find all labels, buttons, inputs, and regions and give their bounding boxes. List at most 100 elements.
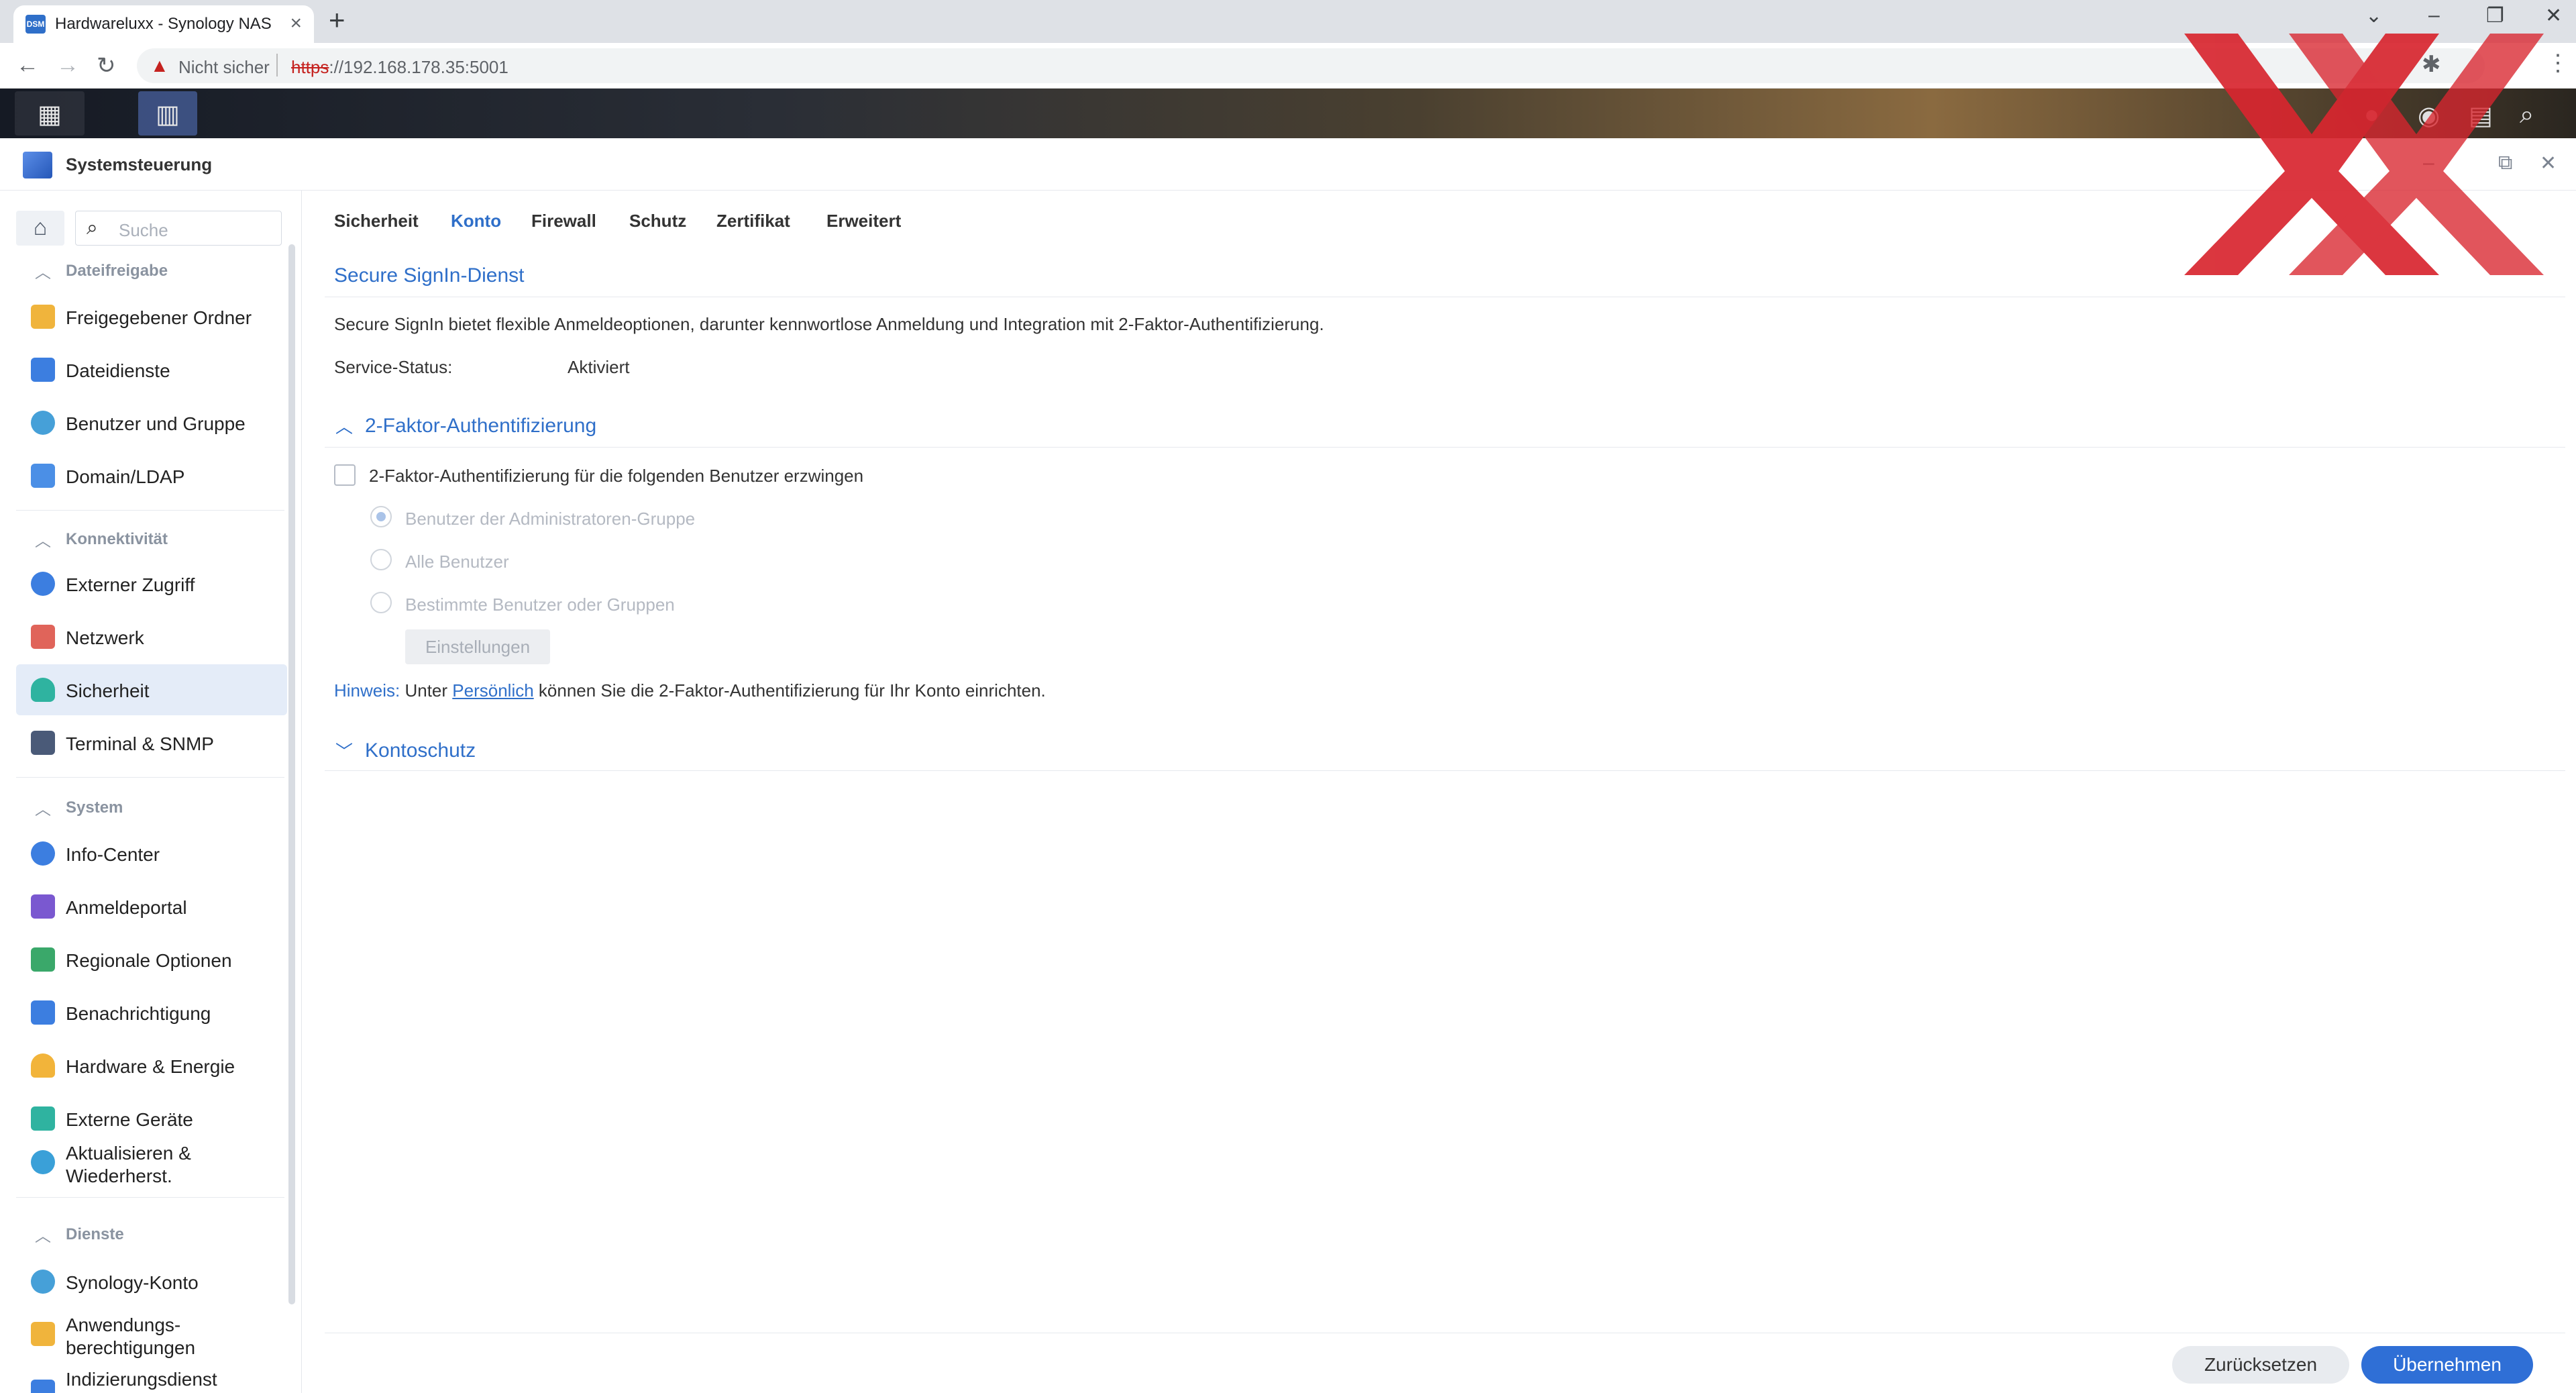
sidebar-item-label: Anmeldeportal <box>66 897 187 918</box>
main-menu-button[interactable]: ▦ <box>15 91 85 136</box>
chevron-up-icon: ︿ <box>35 801 51 819</box>
sidebar-item-indizierungsdienst[interactable]: Indizierungsdienst <box>16 1366 287 1393</box>
sidebar-item-synology-konto[interactable]: Synology-Konto <box>16 1256 287 1307</box>
info-icon <box>31 841 55 866</box>
notification-icon <box>31 1000 55 1025</box>
sidebar-item-benachrichtigung[interactable]: Benachrichtigung <box>16 987 287 1038</box>
sidebar-item-anwendungsberechtigungen[interactable]: Anwendungs-berechtigungen <box>16 1308 287 1359</box>
section-divider <box>325 770 2565 771</box>
reload-icon[interactable]: ↻ <box>97 52 116 79</box>
enforce-2fa-checkbox[interactable] <box>334 464 356 486</box>
sidebar-item-netzwerk[interactable]: Netzwerk <box>16 611 287 662</box>
tab-firewall[interactable]: Firewall <box>531 211 596 231</box>
tab-zertifikat[interactable]: Zertifikat <box>716 211 790 231</box>
radio-all-users-label[interactable]: Alle Benutzer <box>405 552 509 572</box>
radio-specific-users[interactable] <box>370 592 392 613</box>
sidebar-item-label: Domain/LDAP <box>66 466 185 487</box>
close-window-icon[interactable]: ✕ <box>2545 4 2562 28</box>
tab-erweitert[interactable]: Erweitert <box>826 211 901 231</box>
tab-konto[interactable]: Konto <box>451 211 501 231</box>
restore-icon[interactable]: ❐ <box>2486 4 2504 28</box>
url-separator <box>276 54 278 76</box>
tab-schutz[interactable]: Schutz <box>629 211 686 231</box>
hardwareluxx-logo-icon <box>2184 34 2544 275</box>
warning-icon[interactable]: ▲ <box>150 55 169 76</box>
sidebar-item-label: Anwendungs-berechtigungen <box>66 1314 196 1358</box>
tab-search-icon[interactable]: ⌄ <box>2365 4 2382 28</box>
hint-post: können Sie die 2-Faktor-Authentifizierun… <box>533 680 1046 701</box>
section-dateifreigabe[interactable]: ︿ Dateifreigabe <box>0 252 288 286</box>
section-label: System <box>66 798 123 817</box>
url-text[interactable]: https://192.168.178.35:5001 <box>291 57 508 78</box>
hint-text: Hinweis: Unter Persönlich können Sie die… <box>334 680 1046 701</box>
sidebar-item-benutzer-und-gruppe[interactable]: Benutzer und Gruppe <box>16 397 287 448</box>
new-tab-icon[interactable]: + <box>329 4 345 36</box>
control-panel-taskbar-button[interactable]: ▥ <box>138 91 197 136</box>
regional-options-icon <box>31 947 55 972</box>
sidebar-item-externer-zugriff[interactable]: Externer Zugriff <box>16 558 287 609</box>
sidebar-item-regionale-optionen[interactable]: Regionale Optionen <box>16 934 287 985</box>
network-icon <box>31 625 55 649</box>
twofa-section-title[interactable]: 2-Faktor-Authentifizierung <box>365 415 596 437</box>
search-input[interactable]: ⌕ Suche <box>75 211 282 246</box>
external-devices-icon <box>31 1106 55 1131</box>
sidebar-item-domain-ldap[interactable]: Domain/LDAP <box>16 450 287 501</box>
sidebar-item-sicherheit[interactable]: Sicherheit <box>16 664 287 715</box>
tab-sicherheit[interactable]: Sicherheit <box>334 211 419 231</box>
radio-admin-group-label[interactable]: Benutzer der Administratoren-Gruppe <box>405 509 695 529</box>
menu-icon[interactable]: ⋮ <box>2546 50 2569 76</box>
sidebar-item-anmeldeportal[interactable]: Anmeldeportal <box>16 881 287 932</box>
browser-tab[interactable]: DSM Hardwareluxx - Synology NAS × <box>13 5 314 43</box>
url-scheme: https <box>291 57 329 77</box>
radio-specific-users-label[interactable]: Bestimmte Benutzer oder Gruppen <box>405 595 675 615</box>
back-icon[interactable]: ← <box>16 52 39 79</box>
window-title: Systemsteuerung <box>66 154 213 174</box>
folder-icon <box>31 305 55 329</box>
sidebar-item-aktualisieren[interactable]: Aktualisieren & Wiederherst. <box>16 1137 287 1188</box>
section-system[interactable]: ︿ System <box>0 789 288 823</box>
sidebar-item-terminal-snmp[interactable]: Terminal & SNMP <box>16 717 287 768</box>
sidebar: ⌂ ⌕ Suche ︿ Dateifreigabe Freigegebener … <box>0 191 302 1393</box>
section-konnektivitaet[interactable]: ︿ Konnektivität <box>0 521 288 554</box>
sidebar-item-label: Externe Geräte <box>66 1109 193 1130</box>
sidebar-item-label: Synology-Konto <box>66 1272 199 1293</box>
persoenlich-link[interactable]: Persönlich <box>452 680 533 701</box>
reset-button[interactable]: Zurücksetzen <box>2172 1346 2349 1384</box>
minimize-icon[interactable]: – <box>2428 4 2440 27</box>
home-icon[interactable]: ⌂ <box>16 211 64 246</box>
section-dienste[interactable]: ︿ Dienste <box>0 1216 288 1249</box>
settings-button[interactable]: Einstellungen <box>405 629 550 664</box>
chevron-up-icon[interactable]: ︿ <box>335 413 353 438</box>
chevron-up-icon: ︿ <box>35 264 51 282</box>
sidebar-item-dateidienste[interactable]: Dateidienste <box>16 344 287 395</box>
forward-icon[interactable]: → <box>56 52 79 79</box>
file-services-icon <box>31 358 55 382</box>
sidebar-item-freigegebener-ordner[interactable]: Freigegebener Ordner <box>16 291 287 342</box>
search-placeholder: Suche <box>119 220 168 240</box>
sidebar-scrollbar[interactable] <box>288 244 295 1304</box>
sidebar-item-label: Sicherheit <box>66 680 150 701</box>
enforce-2fa-label[interactable]: 2-Faktor-Authentifizierung für die folge… <box>369 466 863 486</box>
tab-close-icon[interactable]: × <box>290 12 302 35</box>
signin-section-title: Secure SignIn-Dienst <box>334 264 525 287</box>
control-panel-icon: ▥ <box>156 101 180 129</box>
not-secure-label[interactable]: Nicht sicher <box>178 57 270 78</box>
account-protection-title[interactable]: Kontoschutz <box>365 739 476 762</box>
address-bar[interactable]: ▲ Nicht sicher https://192.168.178.35:50… <box>137 48 2485 83</box>
shield-icon <box>31 678 55 702</box>
section-divider <box>16 777 284 778</box>
sidebar-item-label: Netzwerk <box>66 627 144 648</box>
radio-admin-group[interactable] <box>370 506 392 527</box>
apply-button[interactable]: Übernehmen <box>2361 1346 2533 1384</box>
sidebar-item-info-center[interactable]: Info-Center <box>16 828 287 879</box>
sidebar-item-label: Aktualisieren & Wiederherst. <box>66 1143 191 1186</box>
lock-icon <box>31 1322 55 1346</box>
sidebar-item-label: Info-Center <box>66 844 160 865</box>
synology-account-icon <box>31 1270 55 1294</box>
control-panel-app-icon <box>23 152 52 178</box>
chevron-down-icon[interactable]: ﹀ <box>335 738 353 763</box>
radio-all-users[interactable] <box>370 549 392 570</box>
search-icon: ⌕ <box>87 217 98 239</box>
main-panel: Sicherheit Konto Firewall Schutz Zertifi… <box>302 191 2576 1393</box>
sidebar-item-hardware-energie[interactable]: Hardware & Energie <box>16 1040 287 1091</box>
